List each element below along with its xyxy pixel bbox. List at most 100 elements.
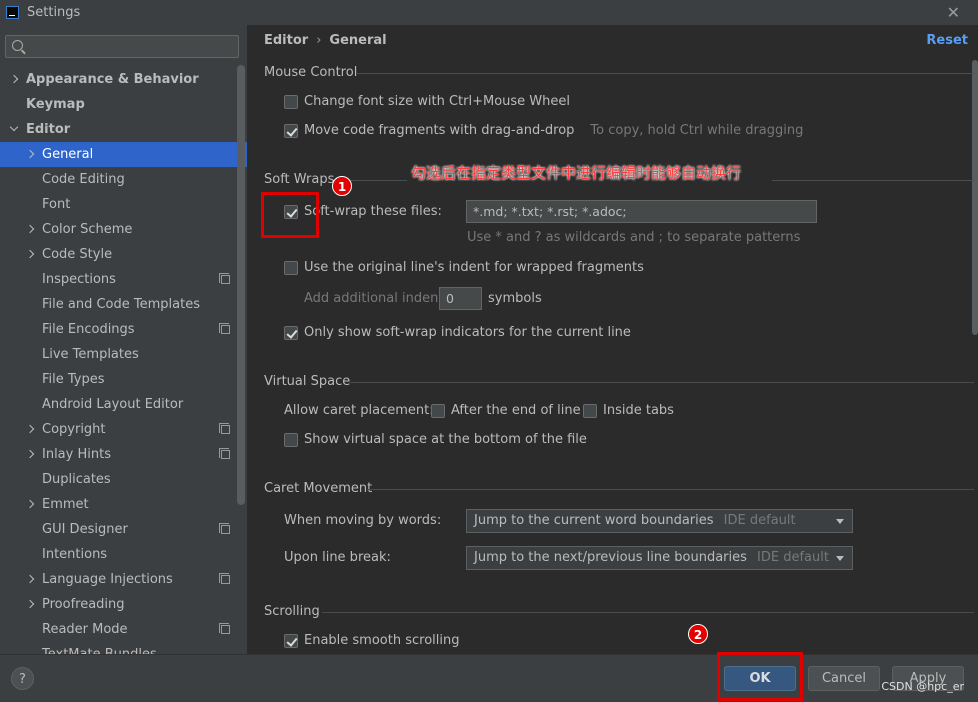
inside-tabs-checkbox[interactable]: [583, 403, 597, 418]
main-scrollbar[interactable]: [972, 60, 978, 335]
only-current-line-checkbox[interactable]: [284, 325, 298, 340]
sidebar-item-keymap[interactable]: Keymap: [0, 92, 247, 117]
sidebar-item-editor[interactable]: Editor: [0, 117, 247, 142]
sidebar-item-label: Android Layout Editor: [42, 397, 184, 412]
sidebar-item-gui-designer[interactable]: GUI Designer: [0, 517, 247, 542]
chevron-right-icon[interactable]: [9, 74, 19, 84]
moving-by-words-label: When moving by words:: [284, 513, 442, 528]
project-level-icon: [219, 623, 230, 634]
section-divider: [772, 180, 974, 181]
chevron-right-icon[interactable]: [25, 149, 35, 159]
soft-wrap-patterns-hint: Use * and ? as wildcards and ; to separa…: [467, 230, 801, 245]
dialog-footer: ? OK Cancel Apply 2 CSDN @hpc_er: [0, 624, 978, 702]
sidebar-item-appearance-behavior[interactable]: Appearance & Behavior: [0, 67, 247, 92]
additional-indent-field[interactable]: 0: [439, 287, 482, 310]
breadcrumb-parent[interactable]: Editor: [264, 33, 308, 48]
sidebar-item-label: File Encodings: [42, 322, 135, 337]
inside-tabs-option[interactable]: Inside tabs: [583, 403, 674, 418]
section-title-soft-wraps: Soft Wraps: [264, 172, 335, 187]
sidebar-item-label: Language Injections: [42, 572, 173, 587]
annotation-note: 勾选后在指定类型文件中进行编辑时能够自动换行: [411, 164, 742, 182]
sidebar-scrollbar[interactable]: [237, 65, 245, 505]
move-fragments-hint: To copy, hold Ctrl while dragging: [590, 123, 804, 138]
line-break-default: IDE default: [757, 550, 829, 565]
sidebar-item-label: Reader Mode: [42, 622, 128, 637]
sidebar-item-reader-mode[interactable]: Reader Mode: [0, 617, 247, 642]
sidebar-item-proofreading[interactable]: Proofreading: [0, 592, 247, 617]
only-current-line-label: Only show soft-wrap indicators for the c…: [304, 325, 631, 340]
chevron-right-icon[interactable]: [25, 249, 35, 259]
chevron-right-icon[interactable]: [25, 424, 35, 434]
moving-by-words-select[interactable]: Jump to the current word boundaries IDE …: [466, 509, 853, 533]
additional-indent-label: Add additional indent:: [304, 291, 448, 306]
watermark: CSDN @hpc_er: [881, 680, 964, 693]
sidebar-item-duplicates[interactable]: Duplicates: [0, 467, 247, 492]
sidebar-item-file-types[interactable]: File Types: [0, 367, 247, 392]
sidebar-item-label: Editor: [26, 122, 71, 137]
sidebar-item-color-scheme[interactable]: Color Scheme: [0, 217, 247, 242]
sidebar-item-general[interactable]: General: [0, 142, 247, 167]
show-virtual-space-label: Show virtual space at the bottom of the …: [304, 432, 587, 447]
sidebar-item-label: Appearance & Behavior: [26, 72, 199, 87]
sidebar-item-inlay-hints[interactable]: Inlay Hints: [0, 442, 247, 467]
soft-wrap-patterns-field[interactable]: *.md; *.txt; *.rst; *.adoc;: [466, 200, 817, 223]
sidebar-item-copyright[interactable]: Copyright: [0, 417, 247, 442]
chevron-down-icon: [836, 519, 844, 524]
reset-link[interactable]: Reset: [926, 33, 968, 48]
sidebar-item-textmate-bundles[interactable]: TextMate Bundles: [0, 642, 247, 654]
change-font-size-option[interactable]: Change font size with Ctrl+Mouse Wheel: [284, 94, 570, 109]
smooth-scrolling-label: Enable smooth scrolling: [304, 633, 460, 648]
sidebar-item-android-layout-editor[interactable]: Android Layout Editor: [0, 392, 247, 417]
chevron-right-icon[interactable]: [25, 599, 35, 609]
title-bar: Settings ✕: [0, 0, 978, 25]
chevron-down-icon[interactable]: [9, 122, 19, 132]
original-indent-label: Use the original line's indent for wrapp…: [304, 260, 644, 275]
chevron-right-icon[interactable]: [25, 224, 35, 234]
allow-caret-label: Allow caret placement:: [284, 403, 434, 418]
line-break-label: Upon line break:: [284, 550, 391, 565]
search-input[interactable]: [5, 35, 239, 58]
chevron-right-icon[interactable]: [25, 499, 35, 509]
project-level-icon: [219, 273, 230, 284]
smooth-scrolling-checkbox[interactable]: [284, 633, 298, 648]
move-fragments-checkbox[interactable]: [284, 123, 298, 138]
section-title-scrolling: Scrolling: [264, 604, 320, 619]
show-virtual-space-option[interactable]: Show virtual space at the bottom of the …: [284, 432, 587, 447]
cancel-button[interactable]: Cancel: [808, 666, 880, 691]
smooth-scrolling-option[interactable]: Enable smooth scrolling: [284, 633, 460, 648]
original-indent-checkbox[interactable]: [284, 260, 298, 275]
line-break-select[interactable]: Jump to the next/previous line boundarie…: [466, 546, 853, 570]
sidebar-item-inspections[interactable]: Inspections: [0, 267, 247, 292]
chevron-right-icon[interactable]: [25, 449, 35, 459]
sidebar-item-file-and-code-templates[interactable]: File and Code Templates: [0, 292, 247, 317]
settings-main-panel: Editor › General Reset Mouse Control Cha…: [247, 25, 978, 654]
sidebar-item-intentions[interactable]: Intentions: [0, 542, 247, 567]
breadcrumb: Editor › General: [264, 33, 387, 48]
sidebar-item-language-injections[interactable]: Language Injections: [0, 567, 247, 592]
sidebar-item-live-templates[interactable]: Live Templates: [0, 342, 247, 367]
move-fragments-option[interactable]: Move code fragments with drag-and-drop T…: [284, 123, 803, 138]
show-virtual-space-checkbox[interactable]: [284, 432, 298, 447]
help-button[interactable]: ?: [11, 667, 34, 690]
sidebar-item-font[interactable]: Font: [0, 192, 247, 217]
after-end-of-line-option[interactable]: After the end of line: [431, 403, 581, 418]
sidebar-item-label: File and Code Templates: [42, 297, 200, 312]
after-end-of-line-checkbox[interactable]: [431, 403, 445, 418]
sidebar-item-file-encodings[interactable]: File Encodings: [0, 317, 247, 342]
settings-sidebar: Appearance & Behavior Keymap Editor General…: [0, 25, 247, 654]
annotation-badge-2: 2: [688, 624, 708, 644]
sidebar-item-code-style[interactable]: Code Style: [0, 242, 247, 267]
project-level-icon: [219, 573, 230, 584]
only-current-line-option[interactable]: Only show soft-wrap indicators for the c…: [284, 325, 631, 340]
section-divider: [322, 612, 974, 613]
chevron-right-icon[interactable]: [25, 574, 35, 584]
sidebar-item-label: Inlay Hints: [42, 447, 111, 462]
original-indent-option[interactable]: Use the original line's indent for wrapp…: [284, 260, 644, 275]
sidebar-item-label: Font: [42, 197, 71, 212]
change-font-size-checkbox[interactable]: [284, 94, 298, 109]
sidebar-item-code-editing[interactable]: Code Editing: [0, 167, 247, 192]
close-icon[interactable]: ✕: [947, 3, 960, 22]
section-divider: [350, 382, 974, 383]
annotation-badge-1: 1: [332, 176, 352, 196]
sidebar-item-emmet[interactable]: Emmet: [0, 492, 247, 517]
